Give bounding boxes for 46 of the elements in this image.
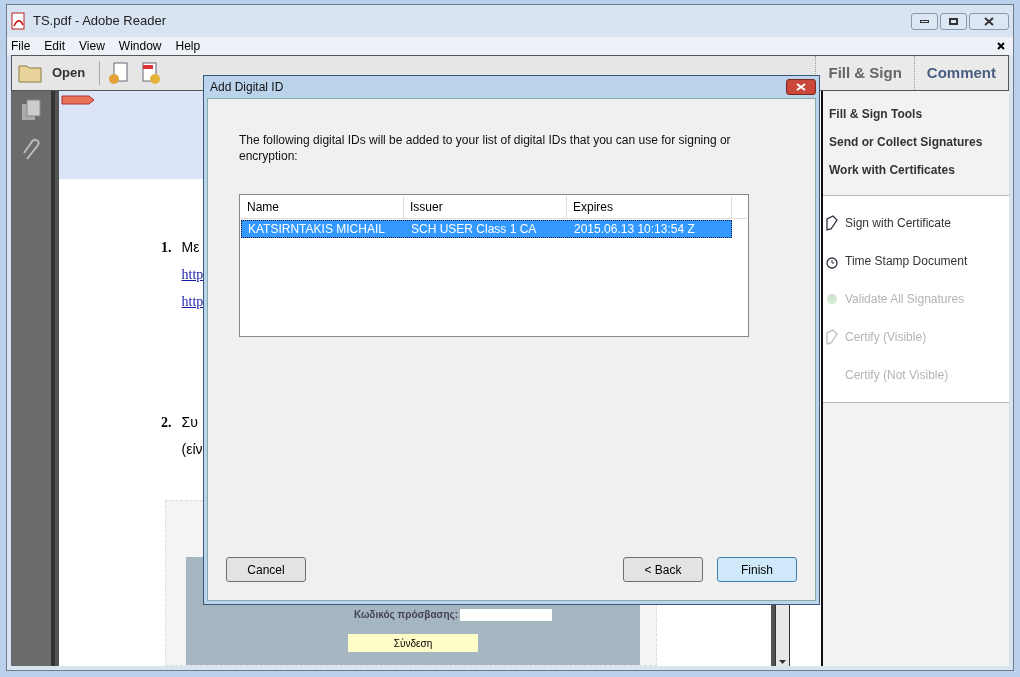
- close-icon: [984, 16, 994, 26]
- menu-item[interactable]: Help: [175, 37, 201, 55]
- open-button[interactable]: Open: [12, 56, 92, 90]
- close-button[interactable]: [786, 79, 816, 95]
- column-header[interactable]: Issuer: [404, 196, 567, 218]
- panel-section[interactable]: Send or Collect Signatures: [829, 133, 1009, 151]
- document-text: Με: [181, 238, 201, 257]
- panel-item[interactable]: Time Stamp Document: [825, 252, 1009, 270]
- panel-section[interactable]: Fill & Sign Tools: [829, 105, 1009, 123]
- column-header[interactable]: Name: [241, 196, 404, 218]
- list-number: 1.: [161, 239, 172, 257]
- tag-icon: [61, 95, 95, 105]
- panel-section[interactable]: Work with Certificates: [829, 161, 1009, 179]
- dialog-title: Add Digital ID: [210, 79, 284, 96]
- link[interactable]: http: [181, 291, 204, 312]
- table-cell-text: KATSIRNTAKIS MICHAIL: [247, 221, 386, 237]
- menu-item[interactable]: Edit: [44, 37, 66, 55]
- scroll-down-icon[interactable]: [779, 660, 786, 664]
- table-cell-text: 2015.06.13 10:13:54 Z: [573, 221, 696, 237]
- link[interactable]: http: [181, 264, 204, 285]
- paperclip-icon[interactable]: [21, 137, 41, 161]
- menu-item[interactable]: View: [79, 37, 105, 55]
- window-title: TS.pdf - Adobe Reader: [33, 12, 166, 31]
- minimize-button[interactable]: [911, 12, 938, 30]
- panel-item[interactable]: Sign with Certificate: [825, 214, 1009, 232]
- document-text: (είν: [181, 440, 203, 459]
- password-label: Κωδικός πρόσβασης:: [353, 608, 459, 622]
- close-icon: [796, 83, 806, 91]
- pages-icon[interactable]: [21, 99, 41, 121]
- menu-item[interactable]: File: [11, 37, 31, 55]
- list-number: 2.: [161, 414, 172, 432]
- dialog-button[interactable]: Finish: [717, 557, 797, 582]
- panel-tab[interactable]: Fill & Sign: [815, 56, 914, 90]
- table-cell-text: SCH USER Class 1 CA: [410, 221, 538, 237]
- folder-icon: [18, 63, 42, 83]
- pdf-icon: [11, 12, 27, 30]
- dialog-button[interactable]: Cancel: [226, 557, 306, 582]
- close-icon[interactable]: [997, 42, 1005, 50]
- panel-tab[interactable]: Comment: [913, 56, 1008, 90]
- menu-item[interactable]: Window: [118, 37, 162, 55]
- dialog-message: The following digital IDs will be added to your list of digital IDs that you can use for signing or encryption:: [239, 132, 732, 164]
- close-button[interactable]: [969, 12, 1009, 30]
- dialog-button[interactable]: < Back: [623, 557, 703, 582]
- document-text: Συ: [181, 413, 199, 432]
- column-header[interactable]: Expires: [567, 196, 732, 218]
- maximize-button[interactable]: [940, 12, 967, 30]
